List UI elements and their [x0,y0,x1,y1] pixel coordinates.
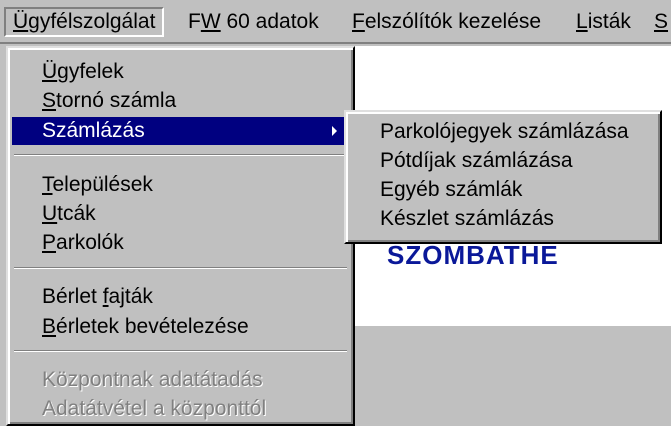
menu-separator [14,154,347,156]
menu-ugyfelszolgalat[interactable]: Ügyfélszolgálat [4,7,165,37]
menu-item-parkolok[interactable]: Parkolók [12,229,349,257]
menu-item-berletek-bevetelezese[interactable]: Bérletek bevételezése [12,313,349,341]
submenu-item-parkolojegyek-szamlazasa[interactable]: Parkolójegyek számlázása [350,118,656,146]
ugyfelszolgalat-dropdown: Ügyfelek Stornó számla Számlázás Települ… [6,46,355,426]
chevron-right-icon [332,126,337,136]
menu-item-storno-szamla[interactable]: Stornó számla [12,87,349,115]
menu-item-adatatvetel-a-kozponttol: Adatátvétel a központtól [42,397,267,420]
menu-separator [14,350,347,352]
menu-s-truncated[interactable]: S [647,7,671,37]
menu-separator [14,267,347,269]
menu-bar: Ügyfélszolgálat FW 60 adatok Felszólítók… [0,0,671,44]
menu-item-szamlazas[interactable]: Számlázás [12,117,349,145]
menu-item-telepulesek[interactable]: Települések [12,171,349,199]
szamlazas-submenu: Parkolójegyek számlázása Pótdíjak számlá… [344,110,662,244]
submenu-item-egyeb-szamlak[interactable]: Egyéb számlák [350,176,656,204]
city-title: SZOMBATHE [387,240,559,270]
submenu-item-potdijak-szamlazasa[interactable]: Pótdíjak számlázása [350,147,656,175]
submenu-item-keszlet-szamlazas[interactable]: Készlet számlázás [350,205,656,233]
menu-item-berlet-fajtak[interactable]: Bérlet fajták [12,283,349,311]
menu-fw60-adatok[interactable]: FW 60 adatok [181,7,326,37]
menu-listak[interactable]: Listák [569,7,638,37]
menu-felszolitok-kezelese[interactable]: Felszólítók kezelése [345,7,548,37]
menu-item-utcak[interactable]: Utcák [12,200,349,228]
menu-item-kozpontnak-adatatadas: Központnak adatátadás [42,368,263,391]
menu-item-ugyfelek[interactable]: Ügyfelek [12,58,349,86]
